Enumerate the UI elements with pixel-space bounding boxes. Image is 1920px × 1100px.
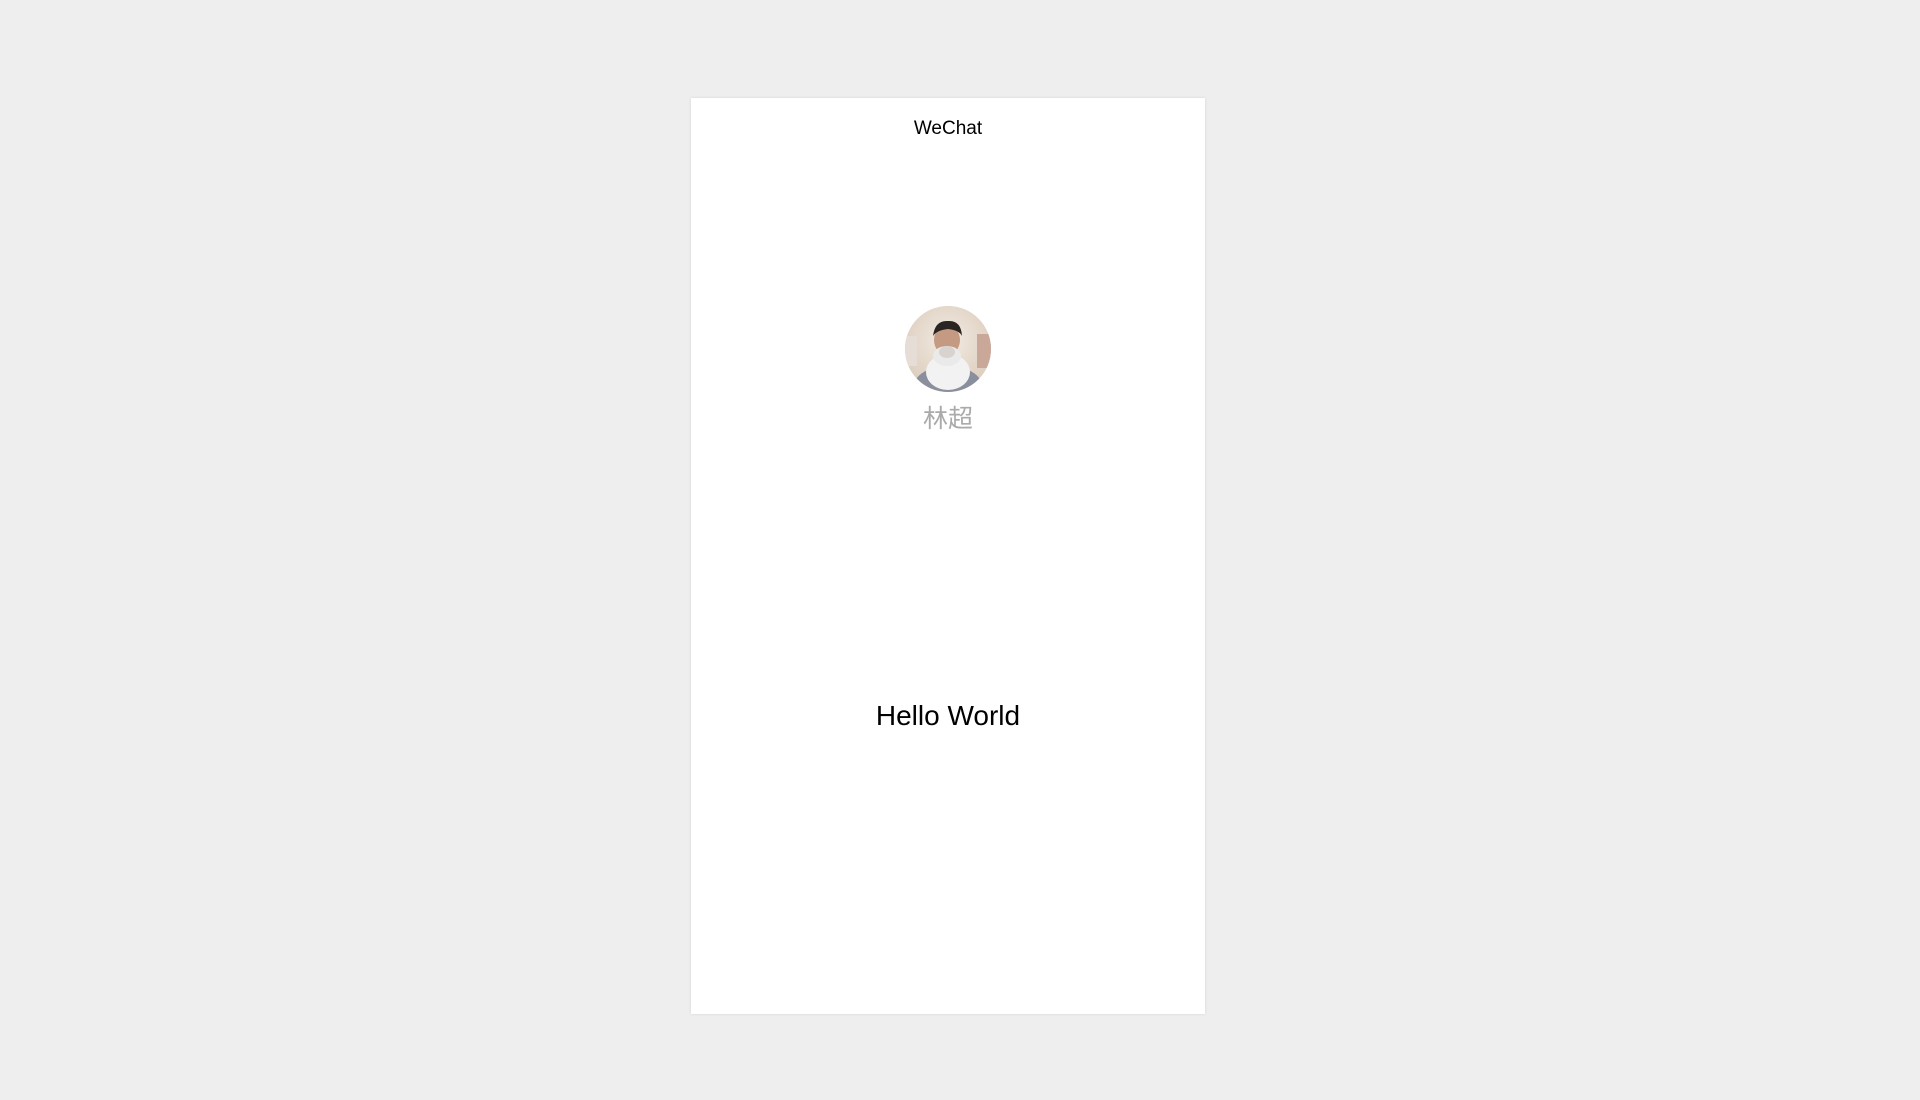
navigation-bar-title: WeChat <box>913 118 983 139</box>
app-window: WeChat 林超 Hello World <box>691 98 1205 1014</box>
user-avatar[interactable] <box>905 306 991 392</box>
userinfo: 林超 <box>691 306 1205 436</box>
user-motto: Hello World <box>875 700 1021 731</box>
user-nickname: 林超 <box>922 404 973 433</box>
avatar-photo-icon <box>905 306 991 392</box>
